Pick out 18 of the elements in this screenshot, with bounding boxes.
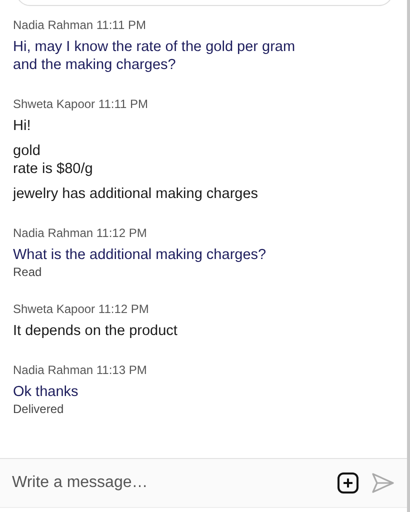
message-text: It depends on the product [13, 322, 178, 340]
message-text: gold rate is $80/g [13, 142, 94, 178]
sender-time: Nadia Rahman 11:12 PM [13, 226, 148, 240]
sender-time: Nadia Rahman 11:11 PM [13, 18, 147, 32]
send-icon [371, 472, 395, 494]
message-text: Hi, may I know the rate of the gold per gram and the making charges? [13, 38, 296, 74]
message-text: Ok thanks [13, 383, 80, 401]
message-text: What is the additional making charges? [13, 246, 268, 264]
message-text: jewelry has additional making charges [13, 185, 260, 203]
sender-time: Shweta Kapoor 11:11 PM [13, 97, 149, 111]
plus-icon [337, 472, 359, 494]
message-status: Read [13, 265, 43, 279]
message-input[interactable]: Write a message… [0, 458, 407, 508]
add-button[interactable] [337, 472, 359, 494]
sender-time: Shweta Kapoor 11:12 PM [13, 302, 150, 316]
message-text: Hi! [13, 117, 32, 135]
message-status: Delivered [13, 402, 65, 416]
sender-time: Nadia Rahman 11:13 PM [13, 363, 148, 377]
